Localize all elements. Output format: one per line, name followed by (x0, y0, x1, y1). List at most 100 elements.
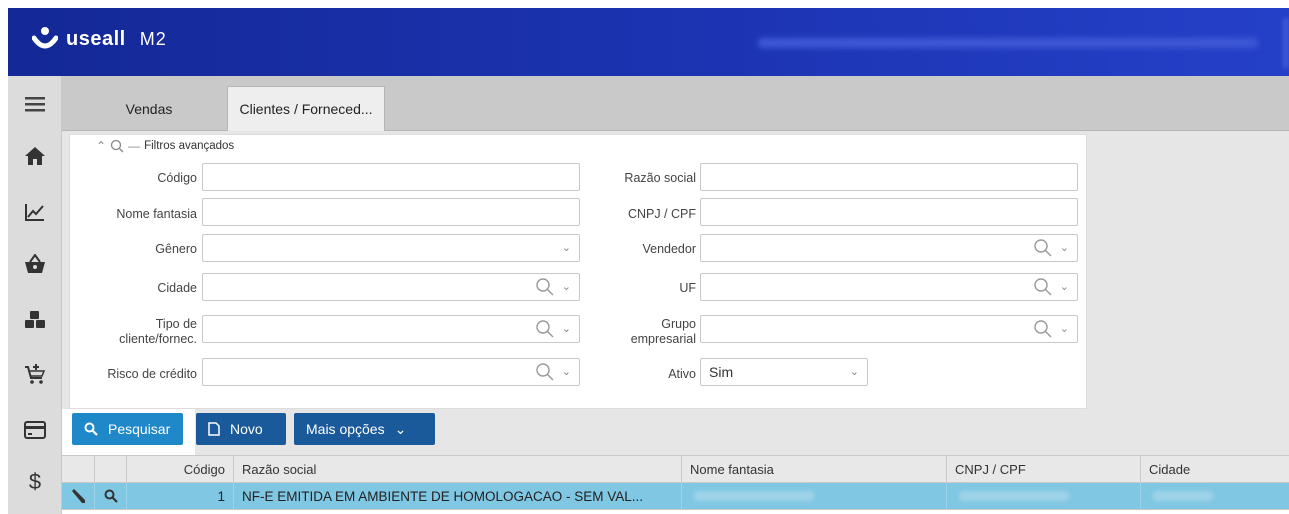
uf-label: UF (679, 281, 696, 295)
header-razao-social[interactable]: Razão social (234, 456, 682, 483)
table-row[interactable]: 1 NF-E EMITIDA EM AMBIENTE DE HOMOLOGACA… (62, 483, 1289, 509)
sidebar-item-dinheiro[interactable]: $ (8, 454, 62, 510)
vendedor-label: Vendedor (642, 242, 696, 256)
cell-nome-fantasia-redacted (682, 483, 947, 509)
genero-label: Gênero (155, 242, 197, 256)
cart-add-icon (25, 364, 46, 384)
razao-social-input[interactable] (700, 163, 1078, 191)
logo-text: useall (66, 27, 126, 50)
header-cidade[interactable]: Cidade (1141, 456, 1289, 483)
novo-button[interactable]: Novo (196, 413, 286, 445)
chevron-down-icon[interactable]: ⌄ (850, 365, 859, 378)
codigo-label: Código (157, 171, 197, 185)
new-document-icon (208, 422, 220, 436)
logo-sub: M2 (139, 28, 167, 49)
pencil-icon (72, 489, 85, 503)
tipo-cliente-label-line1: Tipo de (155, 317, 197, 331)
header-view-col (95, 456, 127, 483)
grupo-label-line2: empresarial (630, 332, 696, 346)
search-icon[interactable] (1033, 277, 1053, 297)
risco-credito-label: Risco de crédito (107, 367, 197, 381)
search-icon[interactable] (1033, 319, 1053, 339)
header-codigo[interactable]: Código (127, 456, 234, 483)
hamburger-icon (25, 97, 45, 112)
grupo-label-line1: Grupo (661, 317, 696, 331)
tipo-cliente-label-line2: cliente/fornec. (119, 332, 197, 346)
cidade-lookup[interactable]: ⌄ (202, 273, 580, 301)
grupo-empresarial-lookup[interactable]: ⌄ (700, 315, 1078, 343)
cell-codigo: 1 (127, 483, 234, 509)
sidebar: $ (8, 76, 62, 514)
credit-card-icon (24, 421, 46, 439)
tab-vendas[interactable]: Vendas (80, 86, 218, 131)
sidebar-item-financeiro[interactable] (8, 402, 62, 458)
edit-row-button[interactable] (62, 483, 95, 509)
ativo-label: Ativo (668, 367, 696, 381)
vendedor-lookup[interactable]: ⌄ (700, 234, 1078, 262)
chevron-down-icon[interactable]: ⌄ (1060, 280, 1069, 293)
filters-header[interactable]: ⌃ — Filtros avançados (96, 139, 234, 153)
novo-label: Novo (230, 421, 263, 437)
filters-title: Filtros avançados (144, 140, 235, 152)
company-name-redacted (758, 38, 1258, 48)
chart-icon (25, 204, 44, 221)
tipo-cliente-lookup[interactable]: ⌄ (202, 315, 580, 343)
sidebar-item-compras[interactable] (8, 346, 62, 402)
tipo-cliente-label: Tipo de cliente/fornec. (70, 317, 197, 347)
sidebar-item-dashboard[interactable] (8, 184, 62, 240)
cnpj-cpf-label: CNPJ / CPF (627, 207, 696, 221)
nome-fantasia-input[interactable] (202, 198, 580, 226)
search-icon[interactable] (535, 362, 555, 382)
ativo-value: Sim (709, 364, 734, 380)
search-icon (104, 489, 118, 503)
collapse-chevron-icon[interactable]: ⌃ (96, 139, 106, 153)
genero-select[interactable]: ⌄ (202, 234, 580, 262)
results-table: Código Razão social Nome fantasia CNPJ /… (62, 455, 1289, 514)
minus-icon: — (128, 139, 141, 153)
view-row-button[interactable] (95, 483, 127, 509)
mais-opcoes-label: Mais opções (306, 421, 385, 437)
search-icon[interactable] (535, 277, 555, 297)
cnpj-cpf-input[interactable] (700, 198, 1078, 226)
chevron-down-icon: ⌄ (394, 420, 407, 437)
search-icon (84, 422, 98, 436)
header-cnpj-cpf[interactable]: CNPJ / CPF (947, 456, 1141, 483)
filters-panel: ⌃ — Filtros avançados Código Nome fantas… (69, 134, 1087, 409)
app-window: useall M2 $ Vendas Clientes / Forneced..… (0, 0, 1289, 514)
sidebar-item-home[interactable] (8, 128, 62, 184)
uf-lookup[interactable]: ⌄ (700, 273, 1078, 301)
sidebar-item-estoque[interactable] (8, 292, 62, 348)
pesquisar-label: Pesquisar (108, 421, 171, 437)
cell-razao-social: NF-E EMITIDA EM AMBIENTE DE HOMOLOGACAO … (234, 483, 682, 509)
pesquisar-button[interactable]: Pesquisar (72, 413, 183, 445)
header-nome-fantasia[interactable]: Nome fantasia (682, 456, 947, 483)
cell-cnpj-cpf-redacted (947, 483, 1141, 509)
chevron-down-icon[interactable]: ⌄ (1060, 241, 1069, 254)
cidade-label: Cidade (157, 281, 197, 295)
search-icon[interactable] (1033, 238, 1053, 258)
header-edge (1283, 18, 1289, 68)
table-header: Código Razão social Nome fantasia CNPJ /… (62, 455, 1289, 483)
top-strip (0, 0, 1289, 8)
risco-credito-lookup[interactable]: ⌄ (202, 358, 580, 386)
ativo-select[interactable]: Sim ⌄ (700, 358, 868, 386)
boxes-icon (25, 311, 45, 328)
sidebar-item-vendas[interactable] (8, 236, 62, 292)
search-icon[interactable] (535, 319, 555, 339)
search-icon (110, 139, 124, 153)
basket-icon (25, 254, 45, 273)
grupo-empresarial-label: Grupo empresarial (570, 317, 696, 347)
mais-opcoes-button[interactable]: Mais opções ⌄ (294, 413, 435, 445)
dollar-icon: $ (28, 469, 42, 494)
codigo-input[interactable] (202, 163, 580, 191)
tab-bar: Vendas Clientes / Forneced... (62, 76, 1289, 131)
tab-clientes-fornecedores[interactable]: Clientes / Forneced... (227, 86, 385, 131)
menu-button[interactable] (8, 76, 62, 132)
razao-social-label: Razão social (624, 171, 696, 185)
nome-fantasia-label: Nome fantasia (116, 207, 197, 221)
home-icon (25, 147, 45, 165)
logo[interactable]: useall M2 (32, 26, 167, 52)
header-edit-col (62, 456, 95, 483)
chevron-down-icon[interactable]: ⌄ (1060, 322, 1069, 335)
useall-logo-icon (32, 27, 58, 49)
